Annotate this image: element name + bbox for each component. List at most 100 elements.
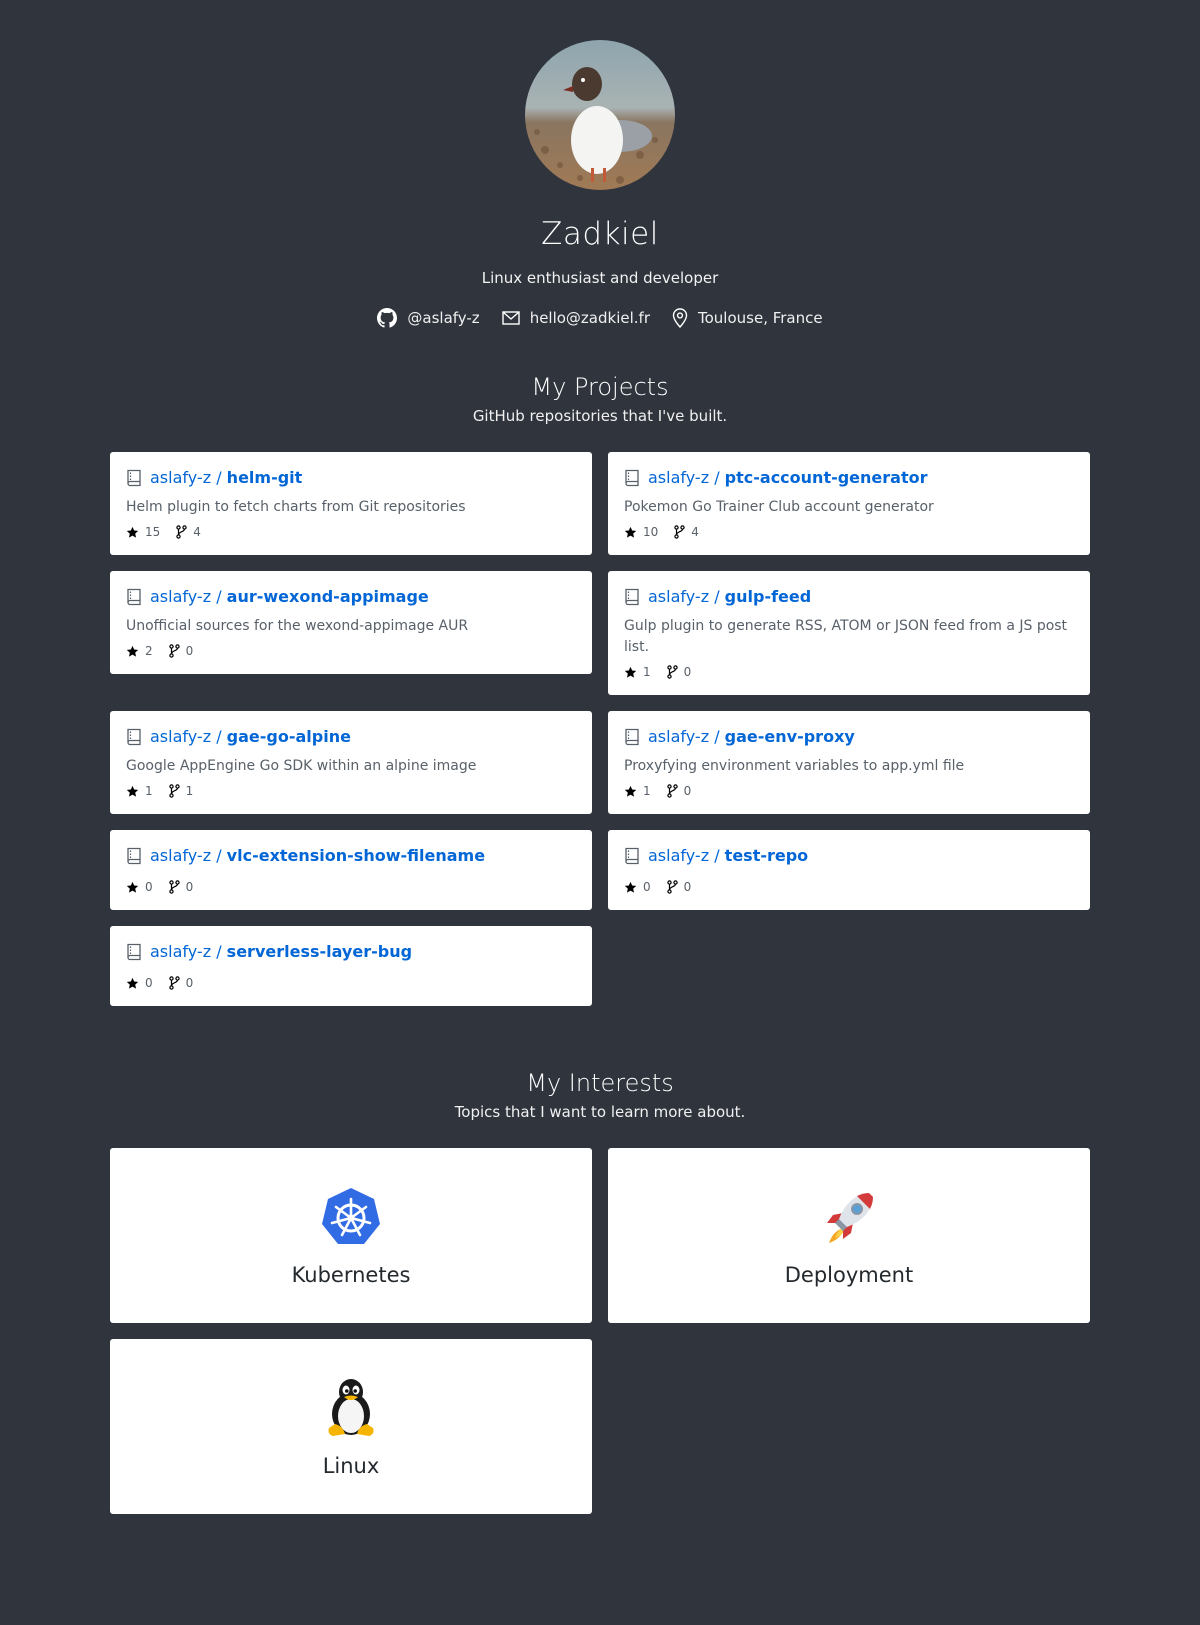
fork-count: 4 [193,525,201,539]
interest-label: Kubernetes [291,1262,411,1287]
repo-card[interactable]: aslafy-z / ptc-account-generator Pokemon… [608,452,1090,555]
star-icon [624,881,637,893]
fork-count: 0 [185,976,194,990]
repo-owner: aslafy-z / [150,846,222,865]
repo-link[interactable]: aslafy-z / vlc-extension-show-filename [150,846,485,866]
fork-count: 0 [683,665,692,679]
repo-description: Unofficial sources for the wexond-appima… [126,618,469,634]
fork-count: 0 [683,880,692,894]
profile-bio: Linux enthusiast and developer [481,269,719,287]
star-count: 1 [145,784,153,798]
repo-link[interactable]: aslafy-z / aur-wexond-appimage [150,587,429,607]
repo-link[interactable]: aslafy-z / gulp-feed [648,587,811,607]
repo-name: gulp-feed [724,587,812,606]
fork-icon [176,525,187,539]
location: Toulouse, France [672,308,823,328]
repo-card[interactable]: aslafy-z / serverless-layer-bug 0 0 [110,926,592,1006]
repo-link[interactable]: aslafy-z / helm-git [150,468,302,488]
repo-link[interactable]: aslafy-z / serverless-layer-bug [150,942,412,962]
interest-card-kubernetes[interactable]: Kubernetes [110,1148,592,1323]
fork-count: 1 [185,784,194,798]
interest-grid: Kubernetes Deployment Linux [110,1148,1090,1514]
fork-icon [168,644,180,658]
email-address: hello@zadkiel.fr [529,309,650,327]
star-icon [624,785,637,797]
repo-icon [127,469,141,487]
projects-subtitle: GitHub repositories that I've built. [472,407,728,425]
repo-link[interactable]: aslafy-z / gae-env-proxy [648,727,855,747]
star-icon [126,785,139,797]
star-count: 15 [145,525,161,539]
github-link[interactable]: @aslafy-z [377,308,480,328]
repo-owner: aslafy-z / [648,587,720,606]
page: Zadkiel Linux enthusiast and developer @… [110,0,1090,1514]
profile-name: Zadkiel [541,216,659,252]
star-icon [624,526,637,538]
location-text: Toulouse, France [698,309,823,327]
interest-label: Deployment [784,1262,914,1287]
fork-count: 0 [185,644,194,658]
repo-name: gae-env-proxy [724,727,855,746]
star-count: 1 [643,665,651,679]
email-link[interactable]: hello@zadkiel.fr [501,309,650,327]
star-count: 2 [145,644,153,658]
repo-card[interactable]: aslafy-z / gae-env-proxy Proxyfying envi… [608,711,1090,814]
star-count: 10 [643,525,659,539]
repo-owner: aslafy-z / [150,468,222,487]
repo-card[interactable]: aslafy-z / aur-wexond-appimage Unofficia… [110,571,592,674]
repo-name: vlc-extension-show-filename [226,846,486,865]
repo-link[interactable]: aslafy-z / gae-go-alpine [150,727,351,747]
repo-description: Google AppEngine Go SDK within an alpine… [126,758,477,774]
repo-icon [127,847,141,865]
repo-card[interactable]: aslafy-z / gulp-feed Gulp plugin to gene… [608,571,1090,695]
fork-icon [168,784,180,798]
interests-title: My Interests [526,1069,674,1097]
repo-name: serverless-layer-bug [226,942,413,961]
repo-owner: aslafy-z / [648,727,720,746]
fork-count: 0 [683,784,692,798]
repo-link[interactable]: aslafy-z / test-repo [648,846,808,866]
mail-icon [501,311,520,325]
repo-card[interactable]: aslafy-z / test-repo 0 0 [608,830,1090,910]
repo-grid: aslafy-z / helm-git Helm plugin to fetch… [110,452,1090,1006]
star-count: 0 [643,880,651,894]
repo-icon [127,588,141,606]
repo-card[interactable]: aslafy-z / gae-go-alpine Google AppEngin… [110,711,592,814]
interests-subtitle: Topics that I want to learn more about. [454,1103,746,1121]
star-icon [126,526,139,538]
interest-label: Linux [322,1453,380,1478]
repo-name: test-repo [724,846,809,865]
repo-description: Proxyfying environment variables to app.… [624,758,965,774]
repo-owner: aslafy-z / [648,468,720,487]
location-pin-icon [672,308,688,328]
repo-card[interactable]: aslafy-z / vlc-extension-show-filename 0… [110,830,592,910]
repo-owner: aslafy-z / [150,727,222,746]
avatar [525,40,675,190]
repo-icon [127,728,141,746]
repo-icon [127,943,141,961]
star-count: 0 [145,880,153,894]
github-handle: @aslafy-z [407,309,480,327]
repo-owner: aslafy-z / [648,846,720,865]
interest-card-linux[interactable]: Linux [110,1339,592,1514]
interest-card-deployment[interactable]: Deployment [608,1148,1090,1323]
github-icon [377,308,398,328]
repo-link[interactable]: aslafy-z / ptc-account-generator [648,468,928,488]
rocket-icon [827,1192,873,1243]
fork-icon [168,880,180,894]
contact-links: @aslafy-z hello@zadkiel.fr Toulouse, Fra… [110,308,1090,328]
repo-owner: aslafy-z / [150,942,222,961]
repo-card[interactable]: aslafy-z / helm-git Helm plugin to fetch… [110,452,592,555]
fork-icon [666,880,678,894]
fork-count: 4 [691,525,699,539]
repo-icon [625,728,639,746]
tux-penguin-icon [328,1378,374,1436]
star-icon [126,881,139,893]
repo-icon [625,469,639,487]
fork-icon [666,665,678,679]
fork-icon [674,525,685,539]
repo-name: gae-go-alpine [226,727,351,746]
fork-icon [168,976,180,990]
repo-name: aur-wexond-appimage [226,587,429,606]
repo-name: helm-git [226,468,303,487]
